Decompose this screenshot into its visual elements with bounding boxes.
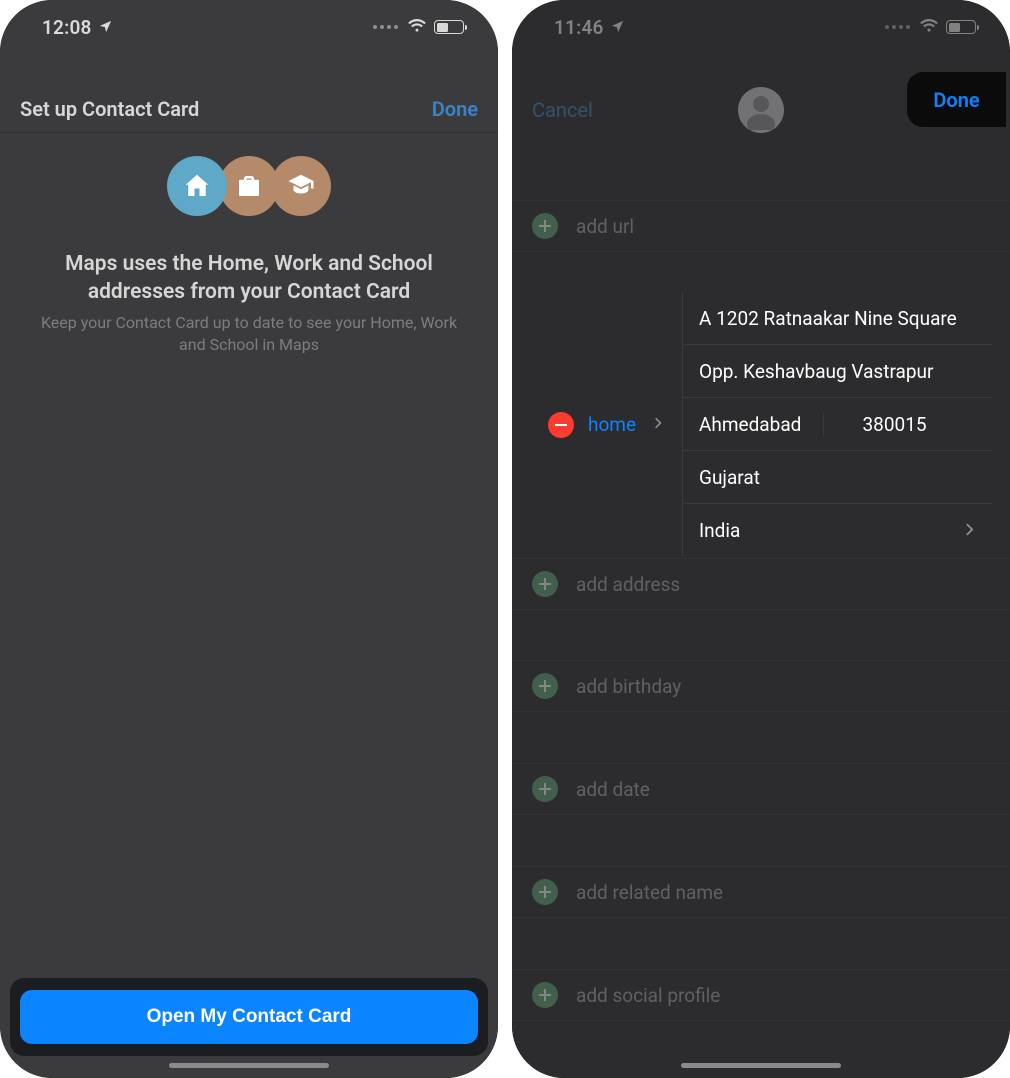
add-social-profile-row[interactable]: add social profile — [512, 969, 1010, 1021]
add-url-row[interactable]: add url — [512, 200, 1010, 252]
battery-icon — [946, 20, 976, 34]
page-title: Set up Contact Card — [20, 97, 199, 121]
chevron-right-icon — [654, 415, 662, 434]
cancel-button[interactable]: Cancel — [532, 98, 593, 122]
add-birthday-row[interactable]: add birthday — [512, 660, 1010, 712]
chevron-right-icon — [965, 519, 974, 542]
address-street-2[interactable]: Opp. Keshavbaug Vastrapur — [683, 345, 992, 398]
status-bar: 12:08 — [0, 0, 498, 54]
cellular-dots-icon — [885, 25, 910, 29]
location-icon — [610, 16, 625, 39]
row-label: add related name — [576, 881, 723, 904]
location-icon — [98, 16, 113, 39]
row-label: add date — [576, 778, 650, 801]
status-time: 12:08 — [42, 16, 92, 39]
add-related-name-row[interactable]: add related name — [512, 866, 1010, 918]
address-city-postal[interactable]: Ahmedabad 380015 — [683, 398, 992, 451]
row-label: add address — [576, 573, 680, 596]
home-indicator[interactable] — [169, 1063, 329, 1068]
wifi-icon — [407, 15, 427, 40]
plus-icon — [532, 673, 558, 699]
maps-setup-screen: 12:08 Set up Contact Card Done Maps uses… — [0, 0, 498, 1078]
add-address-row[interactable]: add address — [512, 558, 1010, 610]
subline-text: Keep your Contact Card up to date to see… — [36, 312, 462, 357]
row-label: add social profile — [576, 984, 720, 1007]
wifi-icon — [919, 15, 939, 40]
school-icon — [271, 156, 331, 216]
open-contact-card-button[interactable]: Open My Contact Card — [20, 990, 478, 1044]
work-icon — [219, 156, 279, 216]
plus-icon — [532, 213, 558, 239]
row-label: add birthday — [576, 675, 681, 698]
icon-row — [0, 156, 498, 216]
highlight-done: Done — [907, 72, 1006, 127]
plus-icon — [532, 776, 558, 802]
plus-icon — [532, 571, 558, 597]
home-icon — [167, 156, 227, 216]
add-date-row[interactable]: add date — [512, 763, 1010, 815]
address-postal[interactable]: 380015 — [863, 413, 975, 436]
edit-contact-screen: 11:46 Cancel add url — [512, 0, 1010, 1078]
done-button[interactable]: Done — [933, 88, 979, 112]
headline-text: Maps uses the Home, Work and School addr… — [30, 250, 468, 307]
address-label[interactable]: home — [588, 413, 636, 436]
done-button[interactable]: Done — [432, 97, 478, 121]
address-street-1[interactable]: A 1202 Ratnaakar Nine Square — [683, 292, 992, 345]
address-city[interactable]: Ahmedabad — [699, 413, 824, 436]
highlight-open-card: Open My Contact Card — [10, 978, 488, 1056]
status-time: 11:46 — [554, 16, 604, 39]
cellular-dots-icon — [373, 25, 398, 29]
plus-icon — [532, 982, 558, 1008]
home-address-card: home A 1202 Ratnaakar Nine Square Opp. K… — [530, 292, 992, 557]
status-bar: 11:46 — [512, 0, 1010, 54]
home-indicator[interactable] — [681, 1063, 841, 1068]
plus-icon — [532, 879, 558, 905]
battery-icon — [434, 20, 464, 34]
address-state[interactable]: Gujarat — [683, 451, 992, 504]
avatar[interactable] — [738, 87, 784, 133]
delete-icon[interactable] — [548, 412, 574, 438]
address-country[interactable]: India — [683, 504, 992, 557]
nav-bar: Set up Contact Card Done — [0, 85, 498, 133]
row-label: add url — [576, 215, 634, 238]
